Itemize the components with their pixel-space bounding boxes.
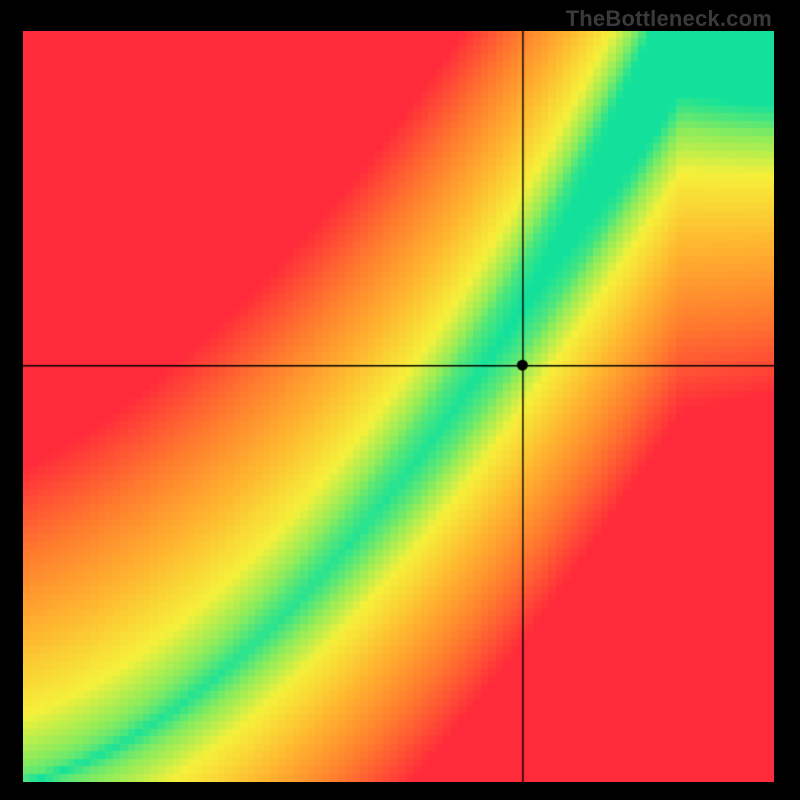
bottleneck-heatmap	[23, 31, 774, 782]
watermark-text: TheBottleneck.com	[566, 6, 772, 32]
chart-container: TheBottleneck.com	[0, 0, 800, 800]
